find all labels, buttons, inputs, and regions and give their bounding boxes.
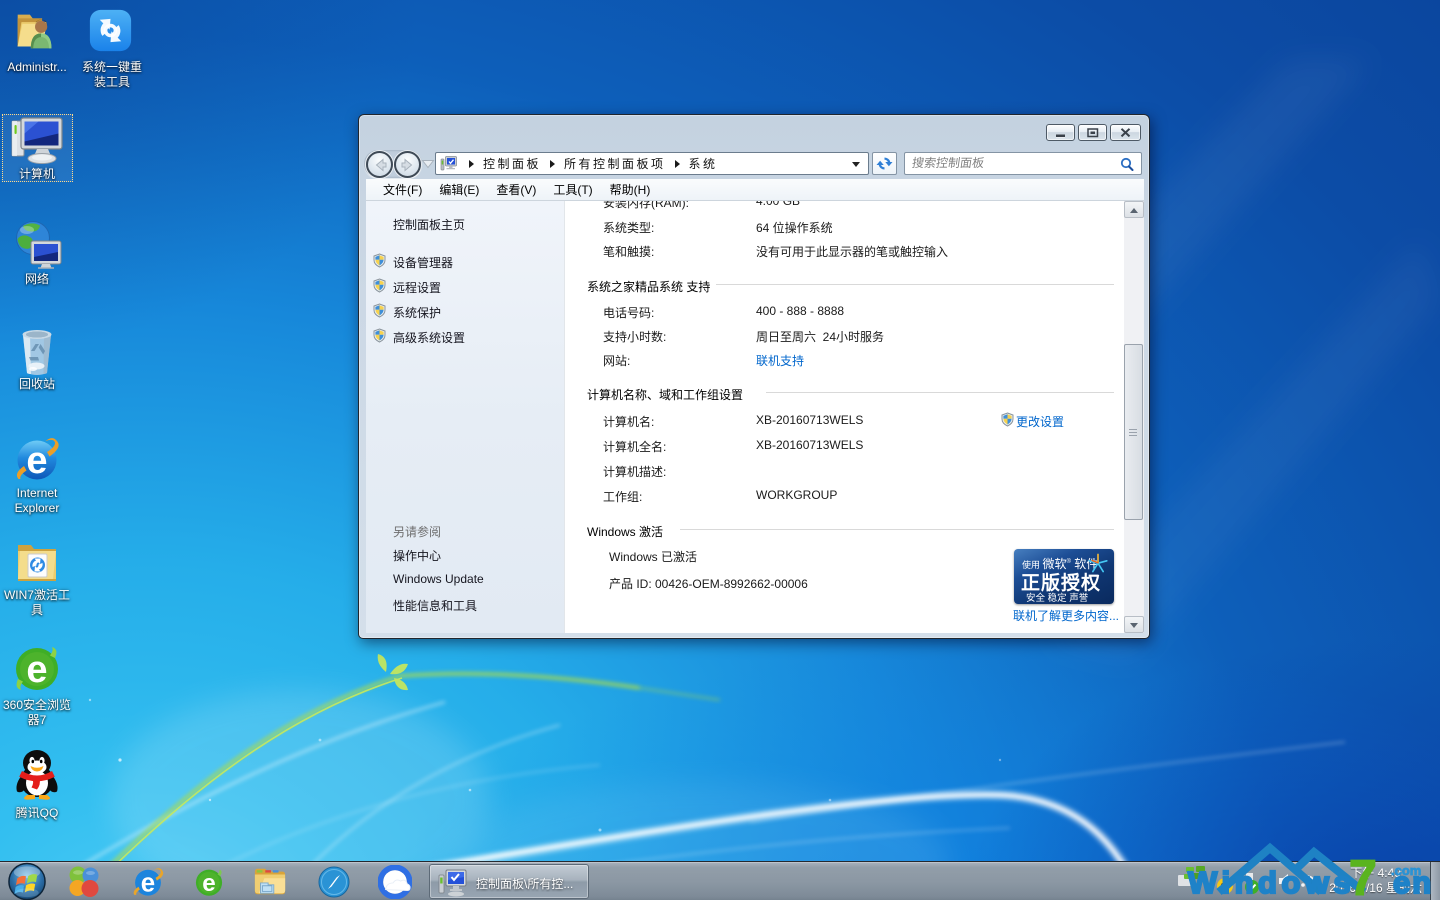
svg-text:e: e <box>26 440 47 482</box>
svg-text:7: 7 <box>1349 850 1377 900</box>
svg-text:e: e <box>141 870 155 898</box>
svg-text:Windows: Windows <box>1188 865 1355 900</box>
svg-text:e: e <box>26 649 47 691</box>
svg-text:e: e <box>202 870 215 897</box>
svg-text:.com: .com <box>1391 863 1421 878</box>
